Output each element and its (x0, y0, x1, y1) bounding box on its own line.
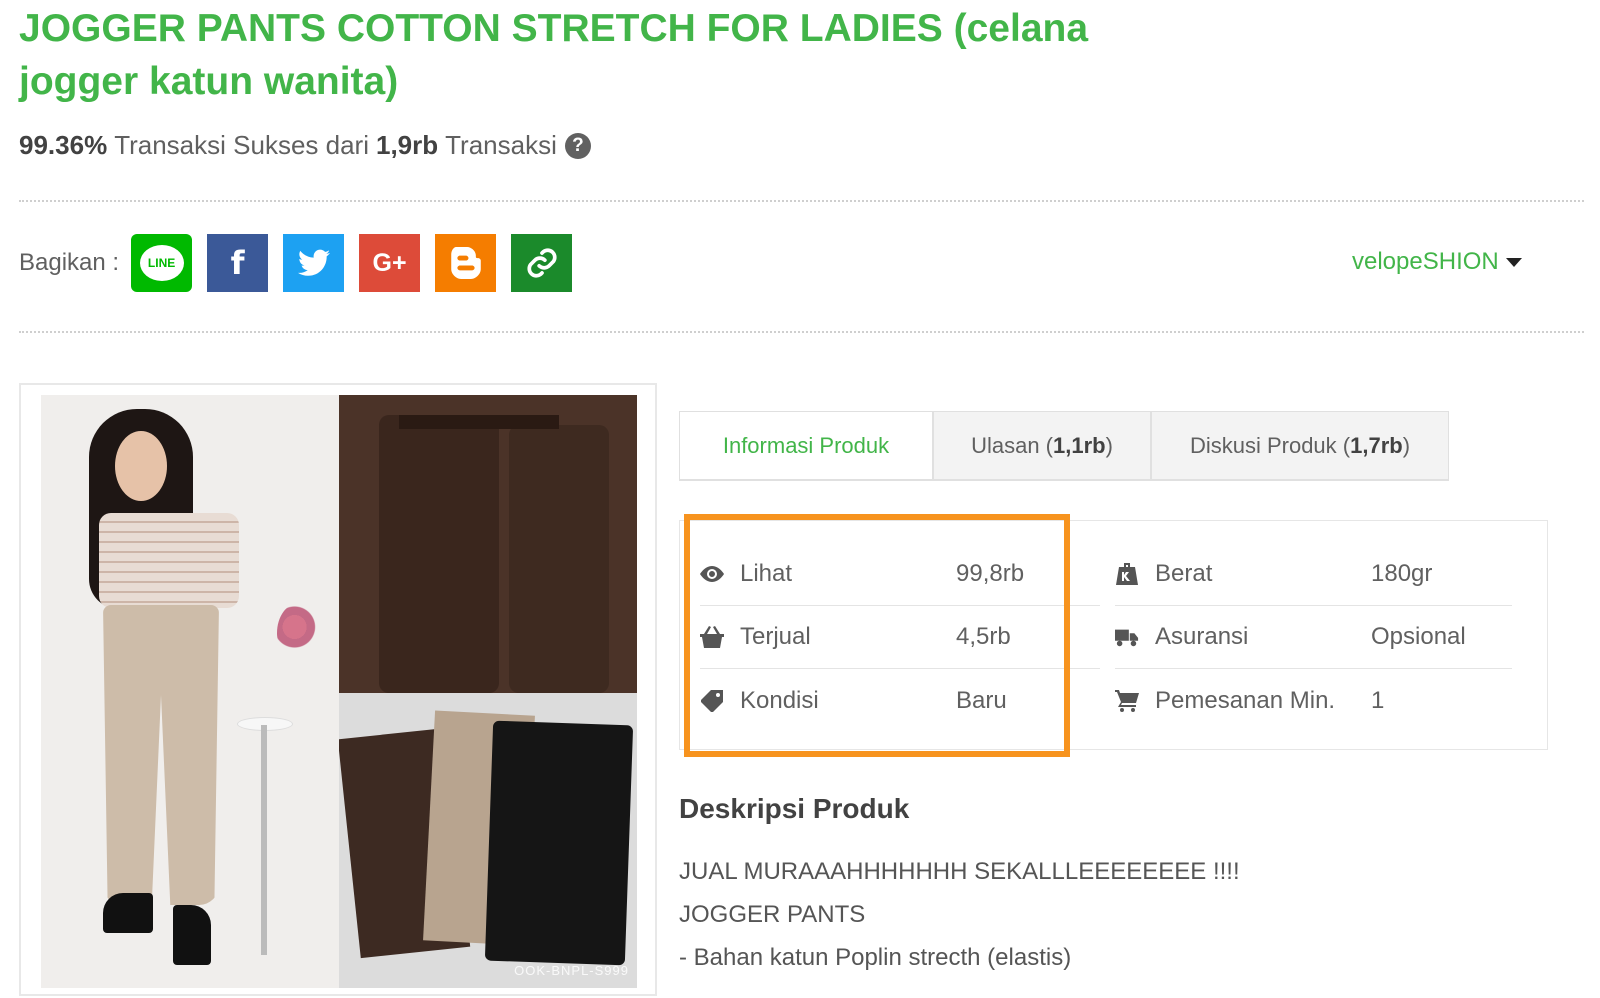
copy-link-button[interactable] (511, 234, 573, 292)
share-blogger-button[interactable] (435, 234, 497, 292)
info-row-weight: Berat 180gr (1115, 543, 1512, 606)
info-value: 1 (1371, 686, 1385, 714)
share-label: Bagikan : (19, 249, 120, 276)
tab-informasi-produk[interactable]: Informasi Produk (679, 411, 933, 479)
success-text: Transaksi Sukses dari (114, 130, 369, 160)
info-label: Pemesanan Min. (1155, 686, 1336, 714)
model-photo (41, 395, 339, 988)
info-row-insurance: Asuransi Opsional (1115, 606, 1512, 669)
info-label: Asuransi (1155, 623, 1249, 650)
tab-ulasan[interactable]: Ulasan (1,1rb) (933, 411, 1151, 479)
brown-trousers-closeup (339, 395, 637, 693)
trouser-leg (509, 425, 609, 693)
highlight-box (684, 514, 1070, 757)
truck-icon (1115, 625, 1139, 649)
trouser-belt (399, 415, 559, 429)
model-trousers (103, 605, 219, 905)
tab-label: Diskusi Produk ( (1189, 432, 1351, 458)
description-title: Deskripsi Produk (679, 793, 910, 824)
folded-trousers-photo: OOK-BNPL-S999 (339, 693, 637, 988)
info-row-min-order: Pemesanan Min. 1 (1115, 669, 1512, 732)
share-google-plus-button[interactable]: G+ (359, 234, 421, 292)
question-icon[interactable]: ? (564, 132, 591, 159)
divider (19, 331, 1584, 333)
info-label: Berat (1155, 560, 1213, 587)
tab-count: 1,7rb (1350, 432, 1403, 458)
description-line: JOGGER PANTS (679, 901, 866, 928)
shoe-right (173, 905, 211, 965)
tab-label: Ulasan ( (971, 432, 1053, 458)
blogger-icon (450, 247, 481, 279)
facebook-icon: f (230, 244, 245, 282)
chevron-down-icon (1505, 257, 1522, 267)
tab-diskusi-produk[interactable]: Diskusi Produk (1,7rb) (1151, 411, 1449, 479)
share-line-button[interactable]: LINE (131, 234, 193, 292)
flower-vase (277, 603, 321, 663)
twitter-icon (297, 249, 330, 276)
description-line: - Bahan katun Poplin strecth (elastis) (679, 944, 1072, 971)
model-top (99, 513, 239, 608)
tab-label: Informasi Produk (722, 432, 890, 458)
tab-count: 1,1rb (1053, 432, 1106, 458)
transaction-suffix: Transaksi (445, 130, 557, 160)
transaction-stats: 99.36% Transaksi Sukses dari 1,9rb Trans… (19, 130, 591, 161)
product-image-gallery[interactable]: OOK-BNPL-S999 (19, 383, 657, 996)
model-face (115, 431, 167, 501)
share-twitter-button[interactable] (283, 234, 345, 292)
link-icon (527, 248, 557, 278)
success-rate: 99.36% (19, 130, 108, 160)
seller-dropdown[interactable]: velopeSHION (1352, 248, 1522, 276)
shoe-left (103, 893, 153, 933)
stool-leg (261, 725, 267, 955)
line-icon: LINE (139, 245, 184, 281)
google-plus-icon: G+ (372, 248, 407, 277)
folded-black-trousers (484, 720, 634, 966)
product-image[interactable]: OOK-BNPL-S999 (41, 395, 637, 988)
info-value: Opsional (1371, 623, 1466, 650)
tab-suffix: ) (1105, 432, 1113, 458)
share-bar: Bagikan : LINE f G+ (19, 234, 587, 292)
image-watermark: OOK-BNPL-S999 (514, 963, 629, 978)
share-facebook-button[interactable]: f (207, 234, 269, 292)
info-column-right: Berat 180gr Asuransi Opsional Pemesanan … (1115, 543, 1512, 732)
seller-name: velopeSHION (1352, 248, 1499, 275)
trouser-leg (379, 415, 499, 693)
description-line: JUAL MURAAAHHHHHHH SEKALLLEEEEEEEE !!!! (679, 858, 1240, 885)
weight-icon (1115, 562, 1139, 586)
info-value: 180gr (1371, 560, 1433, 587)
product-title: JOGGER PANTS COTTON STRETCH FOR LADIES (… (19, 7, 1089, 103)
cart-icon (1115, 689, 1139, 713)
transaction-count: 1,9rb (375, 130, 439, 160)
divider (19, 200, 1584, 202)
product-tabs: Informasi Produk Ulasan (1,1rb) Diskusi … (679, 411, 1449, 481)
tab-suffix: ) (1402, 432, 1411, 458)
